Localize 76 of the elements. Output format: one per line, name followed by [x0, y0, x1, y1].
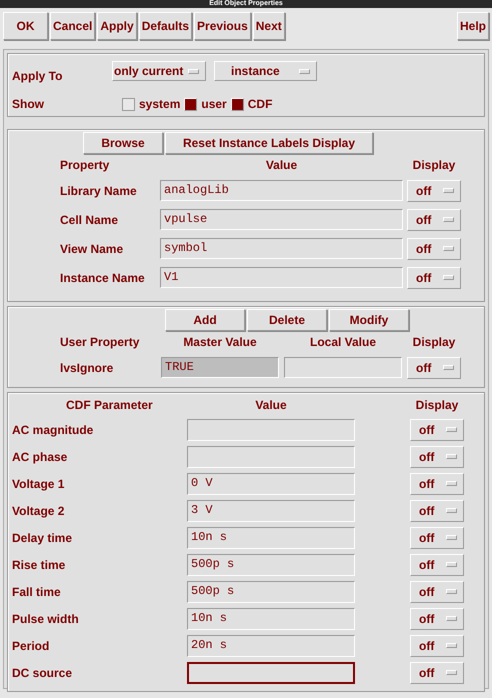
display-dropdown[interactable]: off: [410, 526, 464, 548]
property-button[interactable]: Modify: [329, 309, 409, 331]
column-header: Value: [254, 398, 288, 412]
dialog-button[interactable]: OK: [3, 12, 48, 40]
display-dropdown[interactable]: off: [410, 580, 464, 602]
input-field[interactable]: [187, 662, 355, 684]
parameter-label: Pulse width: [12, 612, 80, 626]
master-value-field: TRUE: [161, 357, 279, 378]
dialog-button[interactable]: Previous: [194, 12, 251, 40]
dialog-button[interactable]: Defaults: [138, 12, 192, 40]
column-header: CDF Parameter: [65, 398, 154, 412]
column-header: Master Value: [182, 335, 258, 349]
property-label: lvsIgnore: [60, 360, 114, 374]
display-dropdown[interactable]: off: [410, 446, 464, 468]
apply-to-dropdown[interactable]: only current: [112, 61, 206, 81]
checkbox-label: system: [139, 97, 180, 111]
input-field[interactable]: 10n s: [187, 526, 355, 548]
dialog-button[interactable]: Cancel: [50, 12, 96, 40]
parameter-label: DC source: [12, 666, 74, 680]
input-field[interactable]: 20n s: [187, 634, 355, 656]
display-dropdown[interactable]: off: [407, 266, 461, 288]
input-field[interactable]: V1: [160, 267, 403, 288]
property-button[interactable]: Delete: [247, 309, 327, 331]
browse-button[interactable]: Browse: [83, 132, 163, 154]
column-header: Property: [60, 158, 110, 172]
property-label: Cell Name: [60, 212, 120, 226]
input-field[interactable]: 0 V: [187, 472, 355, 494]
input-field[interactable]: analogLib: [160, 180, 403, 201]
parameter-label: Rise time: [12, 558, 66, 572]
local-value-field[interactable]: [284, 357, 402, 378]
column-header: Display: [414, 398, 460, 412]
property-label: Library Name: [60, 184, 138, 198]
input-field[interactable]: vpulse: [160, 209, 403, 230]
input-field[interactable]: 3 V: [187, 500, 355, 522]
display-dropdown[interactable]: off: [410, 418, 464, 440]
column-header: User Property: [60, 335, 140, 349]
help-button[interactable]: Help: [456, 12, 489, 40]
input-field[interactable]: 500p s: [187, 554, 355, 576]
property-label: View Name: [60, 242, 124, 256]
parameter-label: Voltage 2: [12, 504, 66, 518]
display-dropdown[interactable]: off: [410, 634, 464, 656]
display-dropdown[interactable]: off: [410, 608, 464, 630]
parameter-label: Delay time: [12, 530, 74, 544]
parameter-label: Period: [12, 638, 50, 652]
property-button[interactable]: Add: [165, 309, 245, 331]
column-header: Display: [412, 335, 456, 349]
field-label: Show: [12, 97, 45, 111]
column-header: Display: [412, 158, 456, 172]
display-dropdown[interactable]: off: [407, 208, 461, 230]
checkbox-label: user: [201, 97, 227, 111]
input-field[interactable]: 10n s: [187, 608, 355, 630]
display-dropdown[interactable]: off: [407, 180, 461, 202]
parameter-label: AC magnitude: [12, 422, 94, 436]
object-type-dropdown[interactable]: instance: [214, 61, 317, 81]
checkbox-label: CDF: [248, 97, 272, 111]
display-dropdown[interactable]: off: [410, 554, 464, 576]
display-dropdown[interactable]: off: [410, 472, 464, 494]
input-field[interactable]: [187, 418, 355, 440]
field-label: Apply To: [12, 69, 64, 83]
display-dropdown[interactable]: off: [407, 356, 461, 378]
parameter-label: Voltage 1: [12, 476, 66, 490]
column-header: Local Value: [308, 335, 378, 349]
checkbox[interactable]: [122, 98, 135, 110]
display-dropdown[interactable]: off: [407, 238, 461, 260]
input-field[interactable]: 500p s: [187, 580, 355, 602]
input-field[interactable]: symbol: [160, 238, 403, 259]
reset-labels-button[interactable]: Reset Instance Labels Display: [165, 132, 373, 154]
parameter-label: Fall time: [12, 584, 62, 598]
dialog-button[interactable]: Apply: [97, 12, 137, 40]
display-dropdown[interactable]: off: [410, 662, 464, 684]
parameter-label: AC phase: [12, 450, 68, 464]
column-header: Value: [264, 158, 298, 172]
input-field[interactable]: [187, 446, 355, 468]
property-label: Instance Name: [60, 270, 146, 284]
dialog-button[interactable]: Next: [252, 12, 285, 40]
display-dropdown[interactable]: off: [410, 500, 464, 522]
